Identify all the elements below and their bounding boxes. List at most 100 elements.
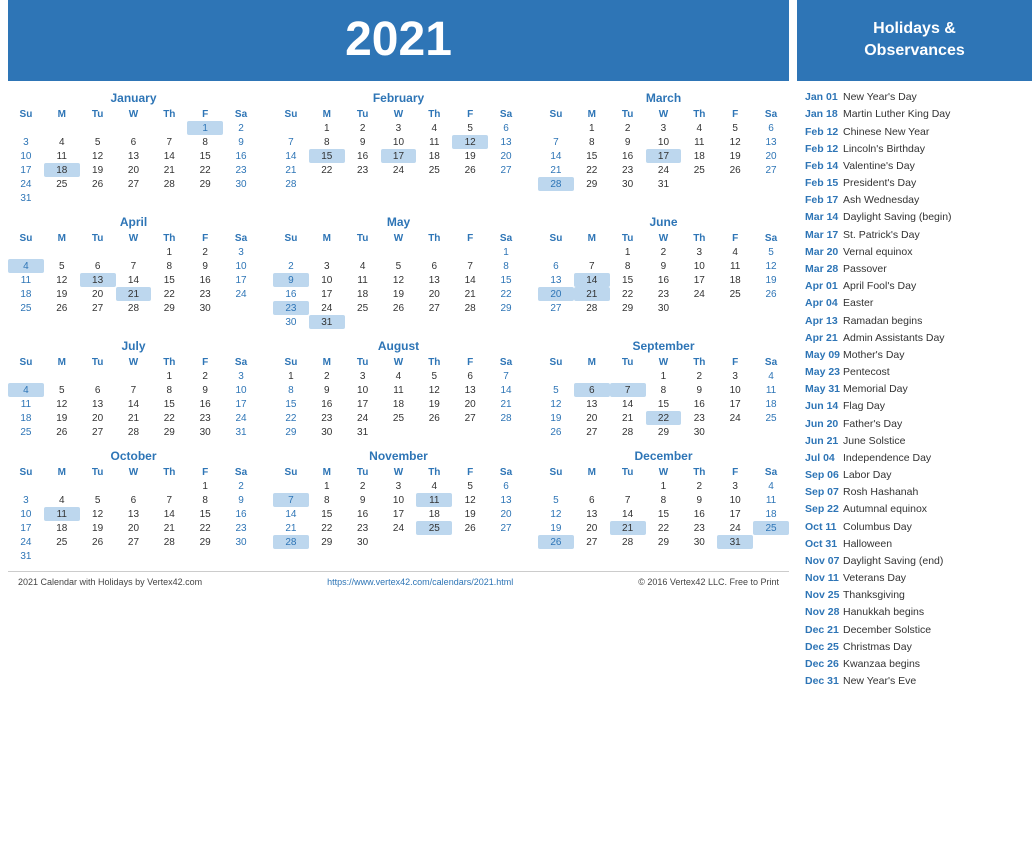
table-cell: 9 bbox=[309, 383, 345, 397]
holiday-date: Feb 15 bbox=[805, 176, 843, 190]
dow-su: Su bbox=[273, 466, 309, 479]
table-cell bbox=[44, 191, 80, 205]
dow-m: M bbox=[44, 108, 80, 121]
table-cell: 27 bbox=[116, 177, 152, 191]
dow-su: Su bbox=[538, 232, 574, 245]
holiday-date: Nov 07 bbox=[805, 554, 843, 568]
dow-tu: Tu bbox=[610, 466, 646, 479]
table-cell: 9 bbox=[681, 383, 717, 397]
table-cell bbox=[574, 369, 610, 383]
dow-sa: Sa bbox=[488, 108, 524, 121]
dow-w: W bbox=[116, 356, 152, 369]
holiday-item: Mar 20Vernal equinox bbox=[805, 243, 1024, 260]
table-cell: 27 bbox=[80, 301, 116, 315]
table-cell: 5 bbox=[753, 245, 789, 259]
table-cell bbox=[187, 191, 223, 205]
table-cell: 27 bbox=[80, 425, 116, 439]
table-cell: 15 bbox=[309, 507, 345, 521]
table-cell: 29 bbox=[187, 535, 223, 549]
table-cell: 13 bbox=[753, 135, 789, 149]
holiday-date: Apr 13 bbox=[805, 314, 843, 328]
table-cell: 19 bbox=[452, 507, 488, 521]
table-cell: 17 bbox=[223, 273, 259, 287]
table-cell bbox=[116, 479, 152, 493]
table-cell: 30 bbox=[187, 301, 223, 315]
month-july: July Su M Tu W Th F Sa bbox=[8, 339, 259, 439]
holiday-name: Lincoln's Birthday bbox=[843, 142, 925, 156]
holiday-name: Flag Day bbox=[843, 399, 885, 413]
dow-tu: Tu bbox=[80, 356, 116, 369]
holiday-date: Mar 20 bbox=[805, 245, 843, 259]
table-cell: 22 bbox=[309, 521, 345, 535]
table-cell bbox=[44, 549, 80, 563]
table-cell: 3 bbox=[681, 245, 717, 259]
table-cell: 5 bbox=[416, 369, 452, 383]
table-cell: 7 bbox=[151, 493, 187, 507]
table-cell: 16 bbox=[223, 507, 259, 521]
table-cell: 3 bbox=[309, 259, 345, 273]
table-cell: 13 bbox=[574, 507, 610, 521]
table-cell: 26 bbox=[416, 411, 452, 425]
month-table-september: Su M Tu W Th F Sa 1 2 3 bbox=[538, 356, 789, 439]
table-cell bbox=[452, 425, 488, 439]
table-cell: 27 bbox=[452, 411, 488, 425]
table-cell: 22 bbox=[187, 163, 223, 177]
dow-sa: Sa bbox=[223, 108, 259, 121]
table-cell: 29 bbox=[151, 425, 187, 439]
table-cell: 21 bbox=[488, 397, 524, 411]
table-cell: 19 bbox=[44, 287, 80, 301]
table-cell: 4 bbox=[416, 121, 452, 135]
month-table-january: Su M Tu W Th F Sa 1 bbox=[8, 108, 259, 205]
holiday-date: Apr 21 bbox=[805, 331, 843, 345]
table-cell: 7 bbox=[116, 383, 152, 397]
table-cell: 28 bbox=[574, 301, 610, 315]
table-cell bbox=[273, 479, 309, 493]
table-cell: 3 bbox=[717, 479, 753, 493]
table-cell bbox=[309, 177, 345, 191]
table-cell: 20 bbox=[488, 149, 524, 163]
dow-m: M bbox=[309, 108, 345, 121]
dow-sa: Sa bbox=[753, 108, 789, 121]
table-cell: 28 bbox=[488, 411, 524, 425]
table-cell: 1 bbox=[151, 369, 187, 383]
table-cell: 2 bbox=[309, 369, 345, 383]
table-cell bbox=[717, 177, 753, 191]
holiday-name: Hanukkah begins bbox=[843, 605, 924, 619]
table-cell bbox=[452, 177, 488, 191]
table-cell: 10 bbox=[8, 149, 44, 163]
table-cell: 12 bbox=[452, 493, 488, 507]
table-cell: 29 bbox=[488, 301, 524, 315]
table-cell: 17 bbox=[381, 507, 417, 521]
table-cell: 23 bbox=[610, 163, 646, 177]
dow-w: W bbox=[646, 466, 682, 479]
table-cell bbox=[488, 177, 524, 191]
dow-m: M bbox=[309, 356, 345, 369]
dow-tu: Tu bbox=[80, 232, 116, 245]
table-cell: 31 bbox=[717, 535, 753, 549]
holiday-date: May 31 bbox=[805, 382, 843, 396]
table-cell: 21 bbox=[116, 411, 152, 425]
table-cell: 24 bbox=[223, 287, 259, 301]
table-cell: 16 bbox=[273, 287, 309, 301]
table-cell: 16 bbox=[681, 397, 717, 411]
table-cell: 13 bbox=[538, 273, 574, 287]
month-may: May Su M Tu W Th F Sa bbox=[273, 215, 524, 329]
table-cell: 31 bbox=[345, 425, 381, 439]
table-cell: 9 bbox=[273, 273, 309, 287]
table-cell: 18 bbox=[753, 397, 789, 411]
dow-th: Th bbox=[416, 466, 452, 479]
table-cell: 8 bbox=[610, 259, 646, 273]
table-cell: 12 bbox=[44, 397, 80, 411]
table-cell: 22 bbox=[309, 163, 345, 177]
holiday-item: Nov 07Daylight Saving (end) bbox=[805, 552, 1024, 569]
table-cell: 29 bbox=[151, 301, 187, 315]
table-cell: 26 bbox=[80, 177, 116, 191]
holiday-name: Vernal equinox bbox=[843, 245, 912, 259]
holiday-date: Feb 12 bbox=[805, 142, 843, 156]
month-title-december: December bbox=[538, 449, 789, 463]
month-title-april: April bbox=[8, 215, 259, 229]
table-cell bbox=[309, 245, 345, 259]
holiday-date: Mar 17 bbox=[805, 228, 843, 242]
month-title-september: September bbox=[538, 339, 789, 353]
table-cell: 7 bbox=[116, 259, 152, 273]
